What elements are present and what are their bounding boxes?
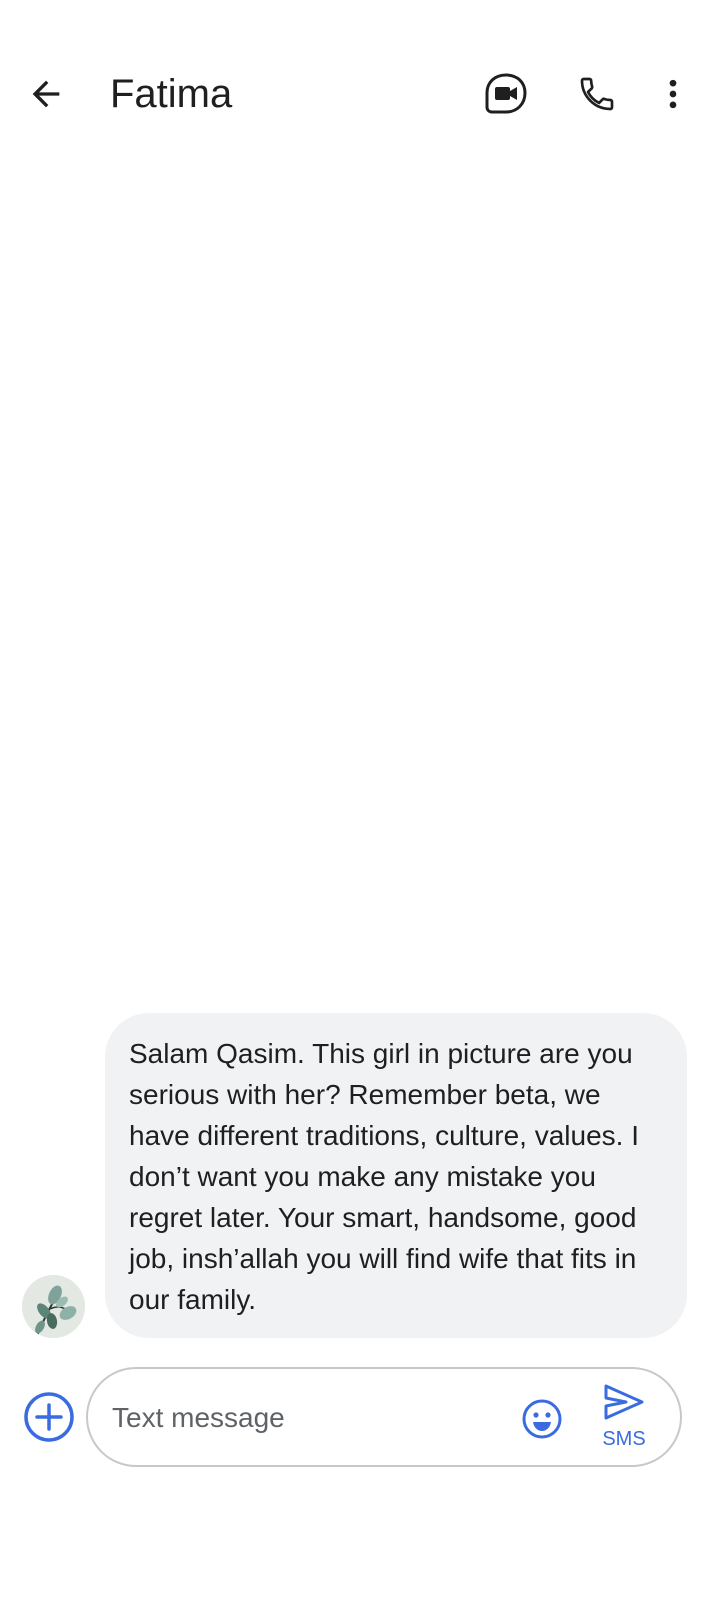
emoji-icon xyxy=(522,1399,562,1439)
app-bar: Fatima xyxy=(0,0,720,190)
more-vert-icon xyxy=(669,79,677,109)
send-sms-button[interactable]: SMS xyxy=(588,1383,660,1455)
conversation-title: Fatima xyxy=(110,72,233,116)
phone-icon xyxy=(580,77,614,111)
contact-avatar[interactable] xyxy=(22,1275,85,1338)
emoji-button[interactable] xyxy=(520,1397,564,1441)
compose-bar: SMS xyxy=(86,1367,682,1467)
plant-avatar-icon xyxy=(22,1275,85,1338)
video-call-button[interactable] xyxy=(474,62,538,126)
add-circle-icon xyxy=(24,1392,74,1442)
video-call-icon xyxy=(485,73,527,114)
arrow-back-icon xyxy=(32,80,60,108)
more-options-button[interactable] xyxy=(641,62,705,126)
message-text: Salam Qasim. This girl in picture are yo… xyxy=(129,1038,639,1315)
message-input[interactable] xyxy=(112,1395,492,1441)
call-button[interactable] xyxy=(565,62,629,126)
send-icon xyxy=(604,1384,644,1420)
message-row: Salam Qasim. This girl in picture are yo… xyxy=(0,1013,720,1338)
back-button[interactable] xyxy=(14,62,78,126)
incoming-message-bubble[interactable]: Salam Qasim. This girl in picture are yo… xyxy=(105,1013,687,1338)
add-attachment-button[interactable] xyxy=(21,1389,77,1445)
send-label: SMS xyxy=(602,1428,646,1450)
